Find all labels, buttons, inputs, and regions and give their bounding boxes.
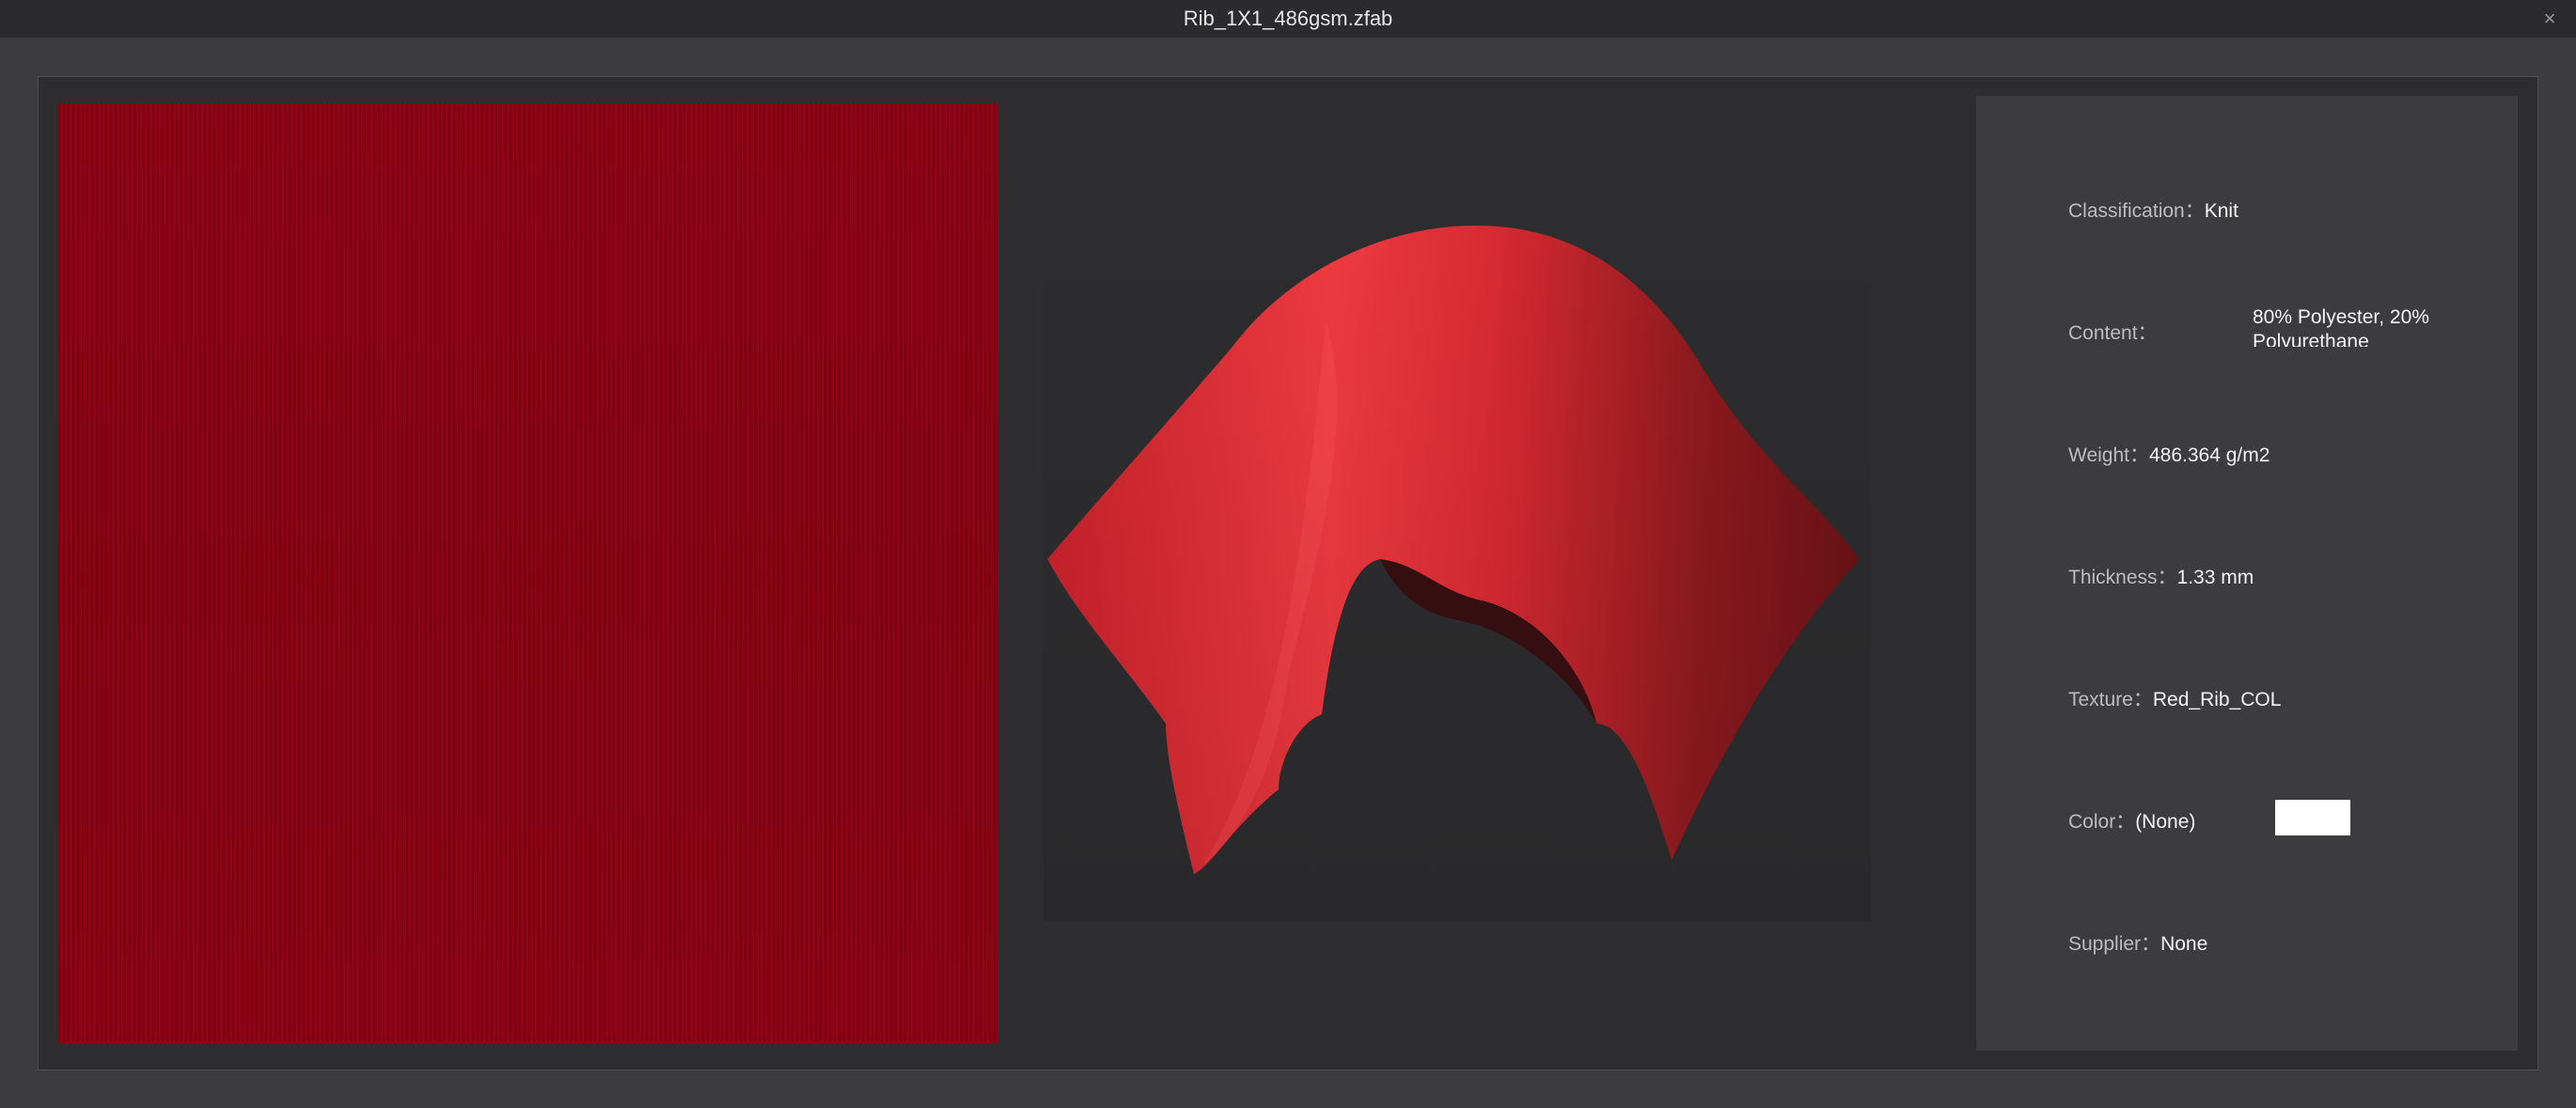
classification-value: Knit [2204, 200, 2238, 222]
color-row: Color：(None) [2068, 806, 2195, 835]
window-titlebar: Rib_1X1_486gsm.zfab × [0, 0, 2576, 38]
content-value: 80% Polyester, 20% Polyurethane [2253, 306, 2429, 347]
classification-label: Classification： [2068, 200, 2205, 222]
weight-label: Weight： [2068, 445, 2149, 466]
supplier-row: Supplier：None [2068, 929, 2207, 957]
fabric-info-panel: Classification：Knit Content： 80% Polyest… [1976, 96, 2518, 1051]
texture-value: Red_Rib_COL [2152, 689, 2282, 710]
fabric-texture-swatch [58, 103, 998, 1043]
classification-row: Classification：Knit [2068, 195, 2238, 224]
content-row: Content： 80% Polyester, 20% Polyurethane [2068, 306, 2429, 347]
texture-label: Texture： [2068, 689, 2153, 710]
supplier-value: None [2160, 933, 2208, 955]
color-label: Color： [2068, 811, 2136, 833]
thickness-row: Thickness：1.33 mm [2068, 562, 2254, 590]
color-value: (None) [2135, 811, 2196, 833]
thickness-value: 1.33 mm [2176, 567, 2254, 588]
thickness-label: Thickness： [2068, 567, 2177, 588]
weight-row: Weight：486.364 g/m2 [2068, 440, 2270, 468]
texture-row: Texture：Red_Rib_COL [2068, 684, 2281, 712]
window-title: Rib_1X1_486gsm.zfab [1183, 7, 1393, 30]
close-icon[interactable]: × [2535, 4, 2565, 34]
draped-cloth-preview [1044, 188, 1871, 921]
color-swatch-button[interactable] [2275, 800, 2350, 835]
content-label: Content： [2068, 322, 2158, 344]
supplier-label: Supplier： [2068, 933, 2161, 955]
weight-value: 486.364 g/m2 [2148, 445, 2270, 466]
